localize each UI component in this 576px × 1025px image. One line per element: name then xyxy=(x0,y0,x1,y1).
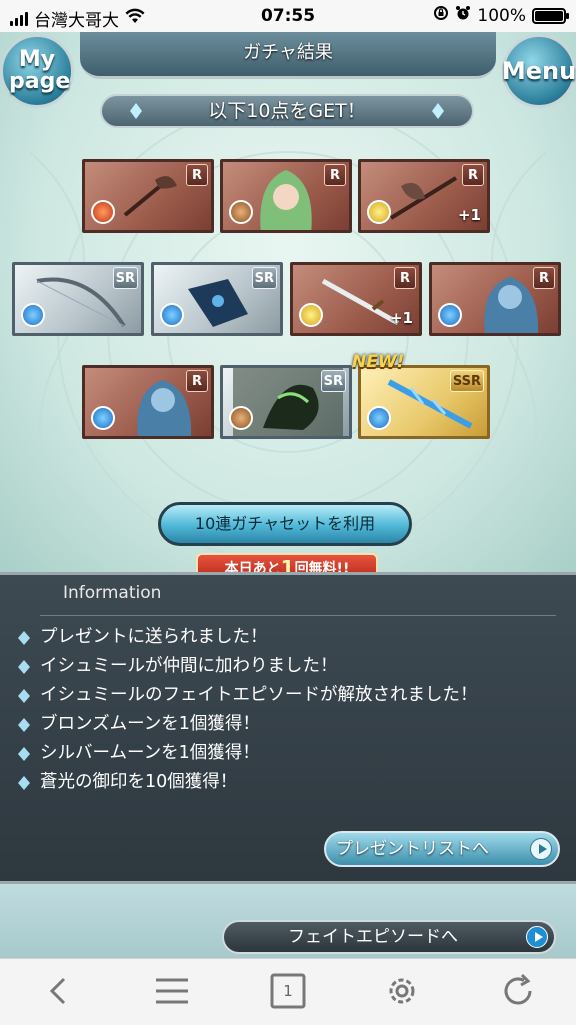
status-right: 100% xyxy=(433,5,569,26)
battery-percent: 100% xyxy=(477,5,526,26)
get-banner: 以下10点をGET！ xyxy=(100,94,474,128)
reload-button[interactable] xyxy=(494,971,542,1011)
reload-icon xyxy=(504,973,532,1005)
present-list-button[interactable]: プレゼントリストへ xyxy=(324,831,560,867)
list-item: プレゼントに送られました！ xyxy=(16,623,556,652)
result-card[interactable]: SR xyxy=(220,365,352,439)
menu-label: Menu xyxy=(501,57,576,85)
divider xyxy=(40,615,556,616)
character-portrait-art xyxy=(260,170,312,230)
menu-list-button[interactable] xyxy=(148,971,196,1011)
result-card[interactable]: R xyxy=(220,159,352,233)
information-title: Information xyxy=(63,583,162,603)
mypage-button[interactable]: My page xyxy=(0,34,74,108)
settings-button[interactable] xyxy=(378,971,426,1011)
chevron-left-icon xyxy=(49,977,66,1005)
rarity-badge: SR xyxy=(320,370,346,392)
free-note-count: 1 xyxy=(280,556,295,572)
light-element-icon xyxy=(299,303,323,327)
water-element-icon xyxy=(367,406,391,430)
fate-episode-button[interactable]: フェイトエピソードへ xyxy=(222,920,556,954)
page-title: ガチャ結果 xyxy=(243,42,333,63)
fate-episode-label: フェイトエピソードへ xyxy=(288,927,458,947)
tab-count: 1 xyxy=(283,982,293,1000)
information-panel: Information プレゼントに送られました！ イシュミールが仲間に加わりま… xyxy=(0,572,576,884)
browser-toolbar: 1 xyxy=(0,958,576,1025)
rarity-badge: R xyxy=(186,164,208,186)
rarity-badge: R xyxy=(394,267,416,289)
result-card[interactable]: R +1 xyxy=(358,159,490,233)
gacha-result-screen: ガチャ結果 My page Menu 以下10点をGET！ R R R +1 S… xyxy=(0,32,576,572)
gear-icon xyxy=(389,978,415,1004)
information-list: プレゼントに送られました！ イシュミールが仲間に加わりました！ イシュミールのフ… xyxy=(16,623,556,797)
status-bar: 台灣大哥大 07:55 100% xyxy=(0,0,576,32)
rotation-lock-icon xyxy=(433,5,449,26)
result-card[interactable]: R xyxy=(82,159,214,233)
result-card[interactable]: SR xyxy=(12,262,144,336)
plus-bonus: +1 xyxy=(457,206,481,224)
result-card[interactable]: R xyxy=(429,262,561,336)
list-item: シルバームーンを1個獲得！ xyxy=(16,739,556,768)
water-element-icon xyxy=(160,303,184,327)
list-item: イシュミールが仲間に加わりました！ xyxy=(16,652,556,681)
result-card[interactable]: R +1 xyxy=(290,262,422,336)
earth-element-icon xyxy=(229,200,253,224)
result-card[interactable]: SSR xyxy=(358,365,490,439)
free-draws-remaining: 本日あと1回無料!! xyxy=(196,553,378,572)
water-element-icon xyxy=(91,406,115,430)
ten-draw-gacha-button[interactable]: 10連ガチャセットを利用 xyxy=(158,502,412,546)
plus-bonus: +1 xyxy=(389,309,413,327)
hamburger-icon xyxy=(156,978,188,1004)
water-element-icon xyxy=(21,303,45,327)
list-item: ブロンズムーンを1個獲得！ xyxy=(16,710,556,739)
rarity-badge: R xyxy=(186,370,208,392)
light-element-icon xyxy=(367,200,391,224)
rarity-badge: SSR xyxy=(449,370,484,392)
play-icon xyxy=(526,926,548,948)
present-list-label: プレゼントリストへ xyxy=(336,839,489,859)
free-note-prefix: 本日あと xyxy=(224,561,281,572)
list-item: イシュミールのフェイトエピソードが解放されました！ xyxy=(16,681,556,710)
gem-icon xyxy=(432,103,444,119)
back-button[interactable] xyxy=(34,971,82,1011)
water-element-icon xyxy=(438,303,462,327)
rarity-badge: R xyxy=(533,267,555,289)
earth-element-icon xyxy=(229,406,253,430)
mypage-label: My page xyxy=(9,47,71,94)
rarity-badge: R xyxy=(462,164,484,186)
list-item: 蒼光の御印を10個獲得！ xyxy=(16,768,556,797)
menu-button[interactable]: Menu xyxy=(502,34,576,108)
get-banner-text: 以下10点をGET！ xyxy=(208,100,366,122)
result-card[interactable]: SR xyxy=(151,262,283,336)
fire-element-icon xyxy=(91,200,115,224)
play-icon xyxy=(530,838,552,860)
rarity-badge: R xyxy=(324,164,346,186)
ten-draw-gacha-label: 10連ガチャセットを利用 xyxy=(194,514,376,533)
result-card[interactable]: R xyxy=(82,365,214,439)
tabs-button[interactable]: 1 xyxy=(264,971,312,1011)
gem-icon xyxy=(130,103,142,119)
battery-icon xyxy=(532,7,569,24)
free-note-suffix: 回無料!! xyxy=(294,561,350,572)
rarity-badge: SR xyxy=(112,267,138,289)
new-badge: NEW! xyxy=(352,352,405,372)
rarity-badge: SR xyxy=(251,267,277,289)
weapon-axe-art xyxy=(123,176,177,217)
alarm-icon xyxy=(455,5,471,26)
